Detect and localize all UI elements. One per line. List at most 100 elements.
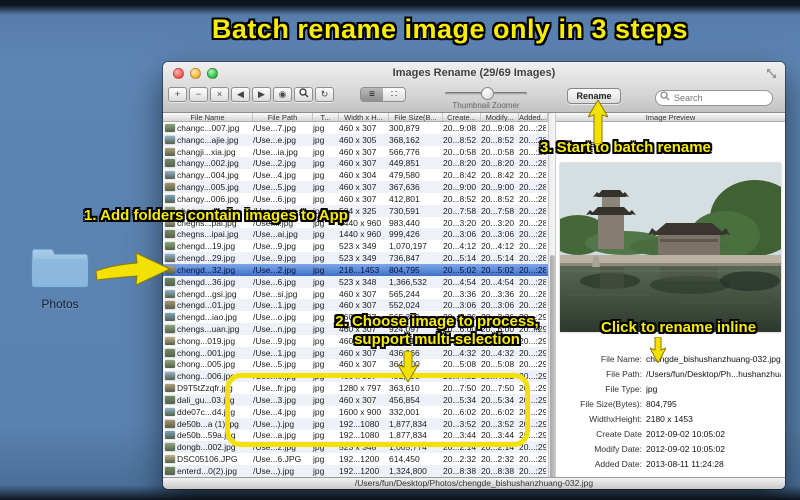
metadata-value[interactable]: chengde_bishushanzhuang-032.jpg [646,354,781,364]
arrow-right-icon [95,252,172,286]
cell-created: 20...3:44 [443,430,477,441]
delete-button[interactable]: × [210,87,229,102]
metadata-value[interactable]: 804,795 [646,399,677,409]
column-header[interactable]: Create... [443,113,481,121]
close-window-icon[interactable] [173,68,184,79]
cell-size: 364,500 [389,359,420,370]
cell-path: /Use...).jpg [253,418,295,429]
column-header[interactable]: Added... [519,113,548,121]
preview-button[interactable]: ◉ [273,87,292,102]
file-thumbnail [165,360,175,369]
table-row[interactable]: changc...007.jpg/Use...7.jpg jpg 460 x 307… [163,122,548,134]
metadata-row: WidthxHeight: 2180 x 1453 [560,411,781,426]
metadata-value[interactable]: 2013-08-11 11:24:28 [646,459,724,469]
table-row[interactable]: chengd...36.jpg/Use...6.jpg jpg 523 x 348 1… [163,275,548,288]
table-row[interactable]: changy...005.jpg/Use...5.jpg jpg 460 x 307… [163,181,548,193]
table-row[interactable]: chengd...gsi.jpg/Use...si.jpg jpg 460 x 30… [163,288,548,300]
table-row[interactable]: chegns...ipai.jpg/Use...ai.jpg jpg 1440 x … [163,228,548,241]
table-row[interactable]: chong...006.jpg/Use...6.jpg jpg 460 x 307 4… [163,370,548,383]
cell-created: 20...4:12 [443,241,477,252]
table-row[interactable]: DSC05106.JPG/Use...6.JPG jpg 192...1200 614… [163,453,548,465]
scrollbar-thumb[interactable] [550,255,555,489]
cell-dims: 460 x 307 [339,347,377,358]
cell-size: 363,610 [389,383,420,394]
column-header[interactable]: T... [313,113,339,121]
metadata-value[interactable]: 2012-09-02 10:05:02 [646,444,725,454]
metadata-list: File Name: chengde_bishushanzhuang-032.jp… [560,351,781,471]
rename-button[interactable]: Rename [567,88,621,104]
metadata-label: Added Date: [594,458,642,469]
cell-created: 20...8:52 [443,193,477,204]
table-row[interactable]: D9T5tZzqfr.jpg/Use...fr.jpg jpg 1280 x 797… [163,382,548,394]
cell-created: 20...3:36 [443,288,477,299]
file-table: File Name File Path T... Width x H... File S… [163,113,548,477]
cell-name: changc...ajie.jpg [177,134,239,145]
cell-size: 999,426 [389,229,420,240]
table-row[interactable]: changy...004.jpg/Use...4.jpg jpg 460 x 304… [163,169,548,181]
table-row[interactable]: chengd...19.jpg/Use...9.jpg jpg 523 x 349 1… [163,240,548,252]
search-button[interactable] [294,87,313,102]
table-row[interactable]: changji...xia.jpg/Use...ia.jpg jpg 460 x 3… [163,146,548,158]
table-row[interactable]: dali_gu...03.jpg/Use...3.jpg jpg 460 x 307… [163,394,548,406]
column-header[interactable]: File Size(B... [389,113,443,121]
table-row[interactable]: dongb...002.jpg/Use...2.jpg jpg 523 x 348 1… [163,441,548,454]
metadata-value[interactable]: jpg [646,384,657,394]
app-window: Images Rename (29/69 Images) + − × ◀ ▶ ◉ ↻ ≡ ∷… [163,62,785,489]
table-row[interactable]: enterd...0(2).jpg/Use...).jpg jpg 192...12… [163,465,548,477]
table-row[interactable]: chengd...01.jpg/Use...1.jpg jpg 460 x 307 5… [163,299,548,312]
cell-path: /Use...4.jpg [253,170,296,181]
column-header[interactable]: File Path [253,113,313,121]
minimize-window-icon[interactable] [190,68,201,79]
search-input[interactable] [655,90,773,106]
metadata-value[interactable]: 2012-09-02 10:05:02 [646,429,725,439]
metadata-value[interactable]: /Users/fun/Desktop/Ph...hushanzhuang-032… [646,369,781,379]
table-row[interactable]: chengd...29.jpg/Use...9.jpg jpg 523 x 349 7… [163,252,548,264]
cell-size: 436,966 [389,347,420,358]
cell-type: jpg [313,134,325,145]
table-row[interactable]: changy...002.jpg/Use...2.jpg jpg 460 x 307… [163,157,548,170]
table-scrollbar[interactable] [548,113,556,489]
add-button[interactable]: + [168,87,187,102]
cell-size: 566,776 [389,146,420,157]
remove-button[interactable]: − [189,87,208,102]
metadata-value[interactable]: 2180 x 1453 [646,414,693,424]
title-bar[interactable]: Images Rename (29/69 Images) [163,62,785,84]
zoom-window-icon[interactable] [207,68,218,79]
column-header[interactable]: Width x H... [339,113,389,121]
cell-dims: 523 x 348 [339,442,377,453]
forward-button[interactable]: ▶ [252,87,271,102]
column-header[interactable]: Modify... [481,113,519,121]
table-row[interactable]: de50b...a (1).jpg/Use...).jpg jpg 192...10… [163,417,548,430]
cell-size: 456,854 [389,394,420,405]
back-button[interactable]: ◀ [231,87,250,102]
column-header[interactable]: File Name [163,113,253,121]
cell-name: chengd...iao.jpg [177,312,238,323]
cell-dims: 1440 x 960 [339,229,382,240]
cell-type: jpg [313,193,325,204]
photos-folder[interactable]: Photos [24,244,96,311]
fullscreen-icon[interactable] [766,68,777,79]
file-thumbnail [165,301,175,310]
cell-modified: 20...7:58 [481,205,515,216]
refresh-button[interactable]: ↻ [315,87,334,102]
cell-type: jpg [313,383,325,394]
annotation-step1: 1. Add folders contain images to App [84,207,348,224]
table-row[interactable]: dde07c...d4.jpg/Use...4.jpg jpg 1600 x 900… [163,406,548,418]
metadata-label: Create Date [596,428,642,439]
cell-modified: 20...8:20 [481,158,515,169]
table-row[interactable]: chong...005.jpg/Use...5.jpg jpg 460 x 307 3… [163,359,548,371]
table-row[interactable]: de50b...59a.jpg/Use...a.jpg jpg 192...1080… [163,430,548,442]
cell-modified: 20...8:38 [481,465,515,476]
toolbar: + − × ◀ ▶ ◉ ↻ ≡ ∷ Thumbnail Zoomer Rename [163,84,785,113]
cell-created: 20...8:20 [443,158,477,169]
thumbnail-zoom-slider[interactable] [445,87,527,100]
cell-modified: 20...3:06 [481,300,515,311]
table-row[interactable]: changy...006.jpg/Use...6.jpg jpg 460 x 307… [163,193,548,205]
grid-view-icon[interactable]: ∷ [383,88,405,101]
table-row[interactable]: changc...ajie.jpg/Use...e.jpg jpg 460 x 30… [163,133,548,146]
cell-created: 20...0:58 [443,146,477,157]
list-view-icon[interactable]: ≡ [361,88,383,101]
table-row[interactable]: chengd...32.jpg/Use...2.jpg jpg 218...1453… [163,263,548,276]
cell-modified: 20...8:42 [481,170,515,181]
slider-knob[interactable] [481,87,494,100]
